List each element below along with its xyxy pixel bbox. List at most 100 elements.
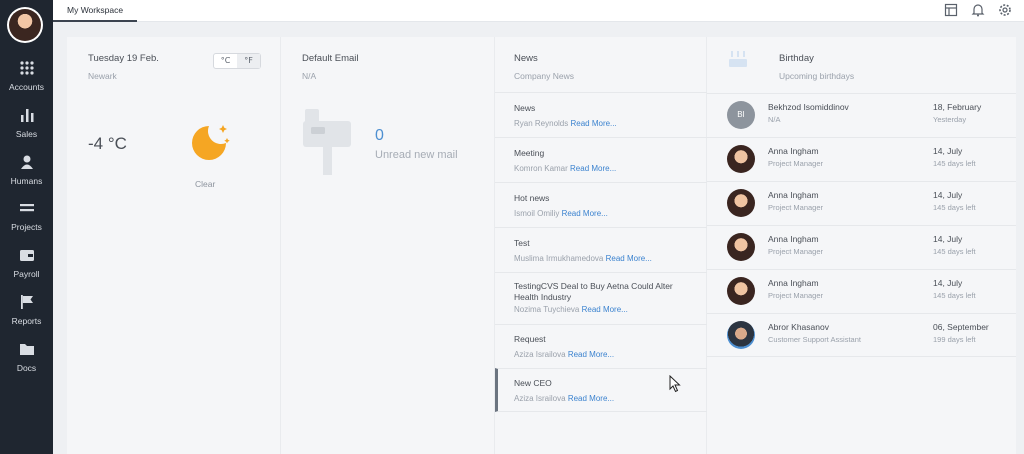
news-item-author: Ismoil Omiliy Read More... bbox=[514, 209, 608, 218]
birthday-row[interactable]: Anna Ingham Project Manager 14, July 145… bbox=[707, 225, 1016, 269]
person-name: Anna Ingham bbox=[768, 234, 819, 244]
birthday-date: 14, July bbox=[933, 234, 963, 244]
sidebar-item-label: Projects bbox=[11, 222, 42, 232]
birthday-subtitle: Upcoming birthdays bbox=[779, 71, 855, 81]
sidebar-item-label: Docs bbox=[16, 363, 37, 373]
person-name: Bekhzod Isomiddinov bbox=[768, 102, 849, 112]
sidebar-item-label: Payroll bbox=[13, 269, 40, 279]
days-left: 145 days left bbox=[933, 203, 976, 212]
person-role: Project Manager bbox=[768, 159, 824, 168]
person-icon bbox=[20, 155, 33, 169]
sidebar-item-label: Accounts bbox=[9, 82, 44, 92]
bar-chart-icon bbox=[20, 109, 33, 122]
bell-icon[interactable] bbox=[971, 3, 985, 17]
sidebar-item-reports[interactable]: Reports bbox=[0, 294, 53, 334]
weather-location: Newark bbox=[88, 71, 117, 81]
birthday-title: Birthday bbox=[779, 53, 814, 64]
news-item-author: Nozima Tuychieva Read More... bbox=[514, 305, 628, 314]
news-item[interactable]: Request Aziza Israilova Read More... bbox=[495, 324, 707, 368]
layout-icon[interactable] bbox=[944, 3, 958, 17]
avatar-image bbox=[9, 9, 41, 41]
birthday-date: 14, July bbox=[933, 278, 963, 288]
news-item-title: Test bbox=[514, 238, 530, 248]
news-item-author: Aziza Israilova Read More... bbox=[514, 350, 614, 359]
tab-my-workspace[interactable]: My Workspace bbox=[53, 0, 138, 22]
birthday-row[interactable]: Anna Ingham Project Manager 14, July 145… bbox=[707, 269, 1016, 313]
read-more-link[interactable]: Read More... bbox=[562, 209, 608, 218]
read-more-link[interactable]: Read More... bbox=[606, 254, 652, 263]
news-item[interactable]: Test Muslima Irmukhamedova Read More... bbox=[495, 227, 707, 272]
author-name: Ryan Reynolds bbox=[514, 119, 569, 128]
folder-icon bbox=[19, 344, 34, 355]
read-more-link[interactable]: Read More... bbox=[568, 394, 614, 403]
sidebar-item-docs[interactable]: Docs bbox=[0, 341, 53, 381]
sidebar-item-sales[interactable]: Sales bbox=[0, 107, 53, 147]
author-name: Komron Kamar bbox=[514, 164, 568, 173]
news-item[interactable]: Meeting Komron Kamar Read More... bbox=[495, 137, 707, 182]
read-more-link[interactable]: Read More... bbox=[582, 305, 628, 314]
birthday-row[interactable]: BI Bekhzod Isomiddinov N/A 18, February … bbox=[707, 93, 1016, 137]
days-left: 145 days left bbox=[933, 291, 976, 300]
avatar bbox=[727, 321, 755, 349]
person-role: Project Manager bbox=[768, 203, 824, 212]
initials-avatar: BI bbox=[727, 101, 755, 129]
read-more-link[interactable]: Read More... bbox=[568, 350, 614, 359]
person-name: Anna Ingham bbox=[768, 278, 819, 288]
email-account: N/A bbox=[302, 71, 317, 81]
read-more-link[interactable]: Read More... bbox=[570, 164, 616, 173]
avatar bbox=[727, 233, 755, 261]
news-item-author: Muslima Irmukhamedova Read More... bbox=[514, 254, 652, 263]
wallet-icon bbox=[19, 250, 34, 261]
sidebar: Accounts Sales Humans Projects Payroll R… bbox=[0, 0, 53, 454]
news-item-title: TestingCVS Deal to Buy Aetna Could Alter… bbox=[514, 281, 673, 302]
author-name: Muslima Irmukhamedova bbox=[514, 254, 604, 263]
gear-icon[interactable] bbox=[998, 3, 1012, 17]
news-item-author: Aziza Israilova Read More... bbox=[514, 394, 614, 403]
birthday-date: 14, July bbox=[933, 146, 963, 156]
sidebar-item-humans[interactable]: Humans bbox=[0, 154, 53, 194]
sidebar-item-label: Sales bbox=[15, 129, 38, 139]
unread-label: Unread new mail bbox=[375, 149, 458, 161]
grid-icon bbox=[19, 61, 34, 75]
mailbox-icon bbox=[303, 109, 351, 175]
birthday-widget: Birthday Upcoming birthdays BI Bekhzod I… bbox=[707, 37, 1016, 454]
news-item-author: Ryan Reynolds Read More... bbox=[514, 119, 617, 128]
cake-icon bbox=[729, 51, 747, 67]
birthday-row[interactable]: Abror Khasanov Customer Support Assistan… bbox=[707, 313, 1016, 357]
news-item[interactable]: Hot news Ismoil Omiliy Read More... bbox=[495, 182, 707, 227]
news-item[interactable]: News Ryan Reynolds Read More... bbox=[495, 92, 707, 137]
news-item[interactable]: TestingCVS Deal to Buy Aetna Could Alter… bbox=[495, 272, 707, 324]
days-left: 145 days left bbox=[933, 159, 976, 168]
weather-condition: Clear bbox=[195, 179, 216, 189]
author-name: Nozima Tuychieva bbox=[514, 305, 580, 314]
person-name: Abror Khasanov bbox=[768, 322, 829, 332]
sidebar-item-payroll[interactable]: Payroll bbox=[0, 247, 53, 287]
weather-widget: Tuesday 19 Feb. Newark °C °F -4 °C Clear bbox=[67, 37, 281, 454]
user-avatar[interactable] bbox=[7, 7, 43, 43]
fahrenheit-option[interactable]: °F bbox=[237, 54, 260, 68]
birthday-date: 14, July bbox=[933, 190, 963, 200]
read-more-link[interactable]: Read More... bbox=[570, 119, 616, 128]
person-role: Project Manager bbox=[768, 247, 824, 256]
moon-icon bbox=[192, 125, 230, 160]
unit-toggle: °C °F bbox=[213, 53, 261, 69]
lines-icon bbox=[19, 204, 34, 212]
avatar bbox=[727, 277, 755, 305]
birthday-row[interactable]: Anna Ingham Project Manager 14, July 145… bbox=[707, 137, 1016, 181]
celsius-option[interactable]: °C bbox=[214, 54, 237, 68]
days-left: Yesterday bbox=[933, 115, 967, 124]
news-item-author: Komron Kamar Read More... bbox=[514, 164, 616, 173]
sidebar-item-label: Reports bbox=[11, 316, 42, 326]
person-name: Anna Ingham bbox=[768, 146, 819, 156]
birthday-row[interactable]: Anna Ingham Project Manager 14, July 145… bbox=[707, 181, 1016, 225]
birthday-date: 18, February bbox=[933, 102, 982, 112]
person-role: Customer Support Assistant bbox=[768, 335, 861, 344]
unread-count[interactable]: 0 bbox=[375, 127, 384, 145]
person-name: Anna Ingham bbox=[768, 190, 819, 200]
person-role: N/A bbox=[768, 115, 781, 124]
person-role: Project Manager bbox=[768, 291, 824, 300]
sidebar-item-accounts[interactable]: Accounts bbox=[0, 60, 53, 100]
workspace-panel: Tuesday 19 Feb. Newark °C °F -4 °C Clear… bbox=[67, 37, 1016, 454]
sidebar-item-projects[interactable]: Projects bbox=[0, 200, 53, 240]
sidebar-item-label: Humans bbox=[10, 176, 43, 186]
